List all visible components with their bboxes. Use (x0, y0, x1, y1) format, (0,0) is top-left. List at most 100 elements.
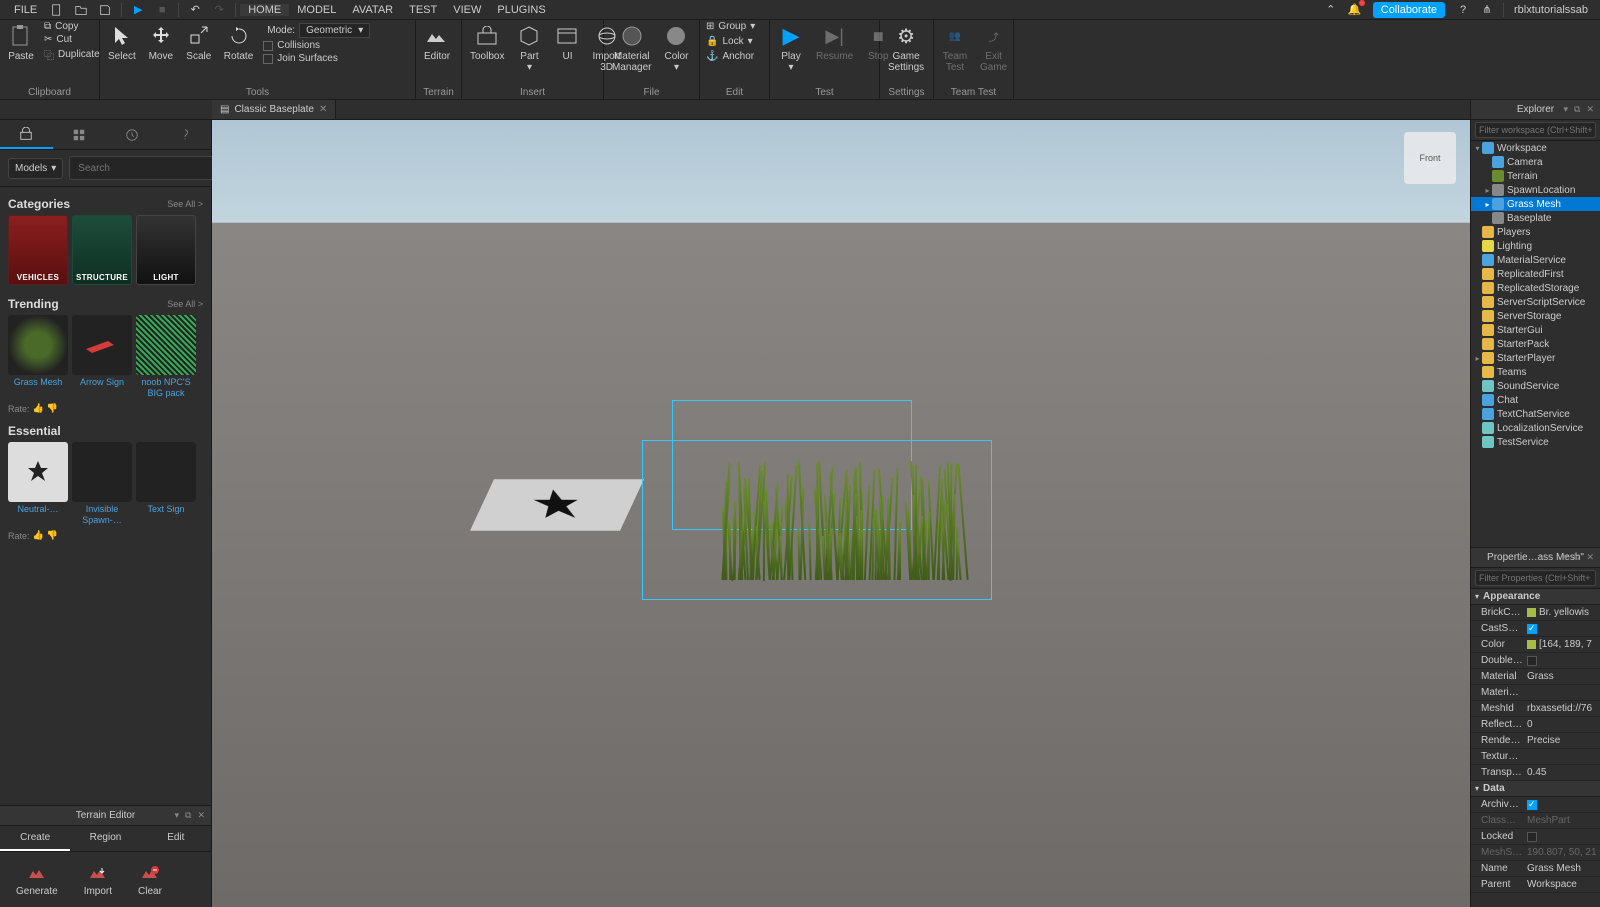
collaborate-button[interactable]: Collaborate (1373, 2, 1445, 18)
property-row[interactable]: Render…Precise (1471, 733, 1600, 749)
mode-dropdown[interactable]: Geometric ▾ (299, 23, 370, 38)
properties-close-icon[interactable]: ✕ (1584, 552, 1596, 563)
axis-gizmo[interactable]: Front (1404, 132, 1456, 184)
categories-seeall[interactable]: See All > (167, 199, 203, 209)
tab-model[interactable]: MODEL (289, 4, 344, 16)
property-row[interactable]: TextureID (1471, 749, 1600, 765)
explorer-tree[interactable]: ▾WorkspaceCameraTerrain▸SpawnLocation▸Gr… (1471, 141, 1600, 547)
select-button[interactable]: Select (102, 21, 142, 64)
terrain-tab-region[interactable]: Region (70, 826, 140, 851)
tree-row[interactable]: LocalizationService (1471, 421, 1600, 435)
resume-button[interactable]: ▶|Resume (810, 21, 859, 64)
terrain-popout-icon[interactable]: ⧉ (183, 810, 193, 821)
explorer-close-icon[interactable]: ✕ (1584, 104, 1596, 115)
tree-row[interactable]: Baseplate (1471, 211, 1600, 225)
open-icon[interactable] (73, 2, 89, 18)
toolbox-tab-inventory[interactable] (53, 120, 106, 149)
tree-row[interactable]: ServerStorage (1471, 309, 1600, 323)
lock-button[interactable]: 🔒 Lock ▾ (706, 36, 755, 47)
stop-quick-icon[interactable]: ■ (154, 2, 170, 18)
essential-item-3[interactable]: Text Sign (136, 442, 196, 528)
tree-row[interactable]: Lighting (1471, 239, 1600, 253)
part-button[interactable]: Part▾ (510, 21, 548, 75)
undo-icon[interactable]: ↶ (187, 2, 203, 18)
explorer-filter-input[interactable] (1475, 122, 1596, 138)
exit-game-button[interactable]: ⤴Exit Game (974, 21, 1013, 75)
explorer-dropdown-icon[interactable]: ▾ (1561, 104, 1570, 115)
toolbox-tab-recent[interactable] (106, 120, 159, 149)
material-manager-button[interactable]: Material Manager (606, 21, 657, 75)
cut-button[interactable]: ✂ Cut (44, 34, 100, 45)
terrain-close-icon[interactable]: ✕ (195, 810, 207, 821)
notification-icon[interactable]: 🔔 (1347, 2, 1363, 18)
trending-item-3[interactable]: noob NPC'S BIG pack (136, 315, 196, 401)
thumbs-up-icon[interactable]: 👍 (33, 403, 44, 414)
property-row[interactable]: Color[164, 189, 7 (1471, 637, 1600, 653)
play-quick-icon[interactable]: ▶ (130, 2, 146, 18)
redo-icon[interactable]: ↷ (211, 2, 227, 18)
tree-row[interactable]: Camera (1471, 155, 1600, 169)
scale-button[interactable]: Scale (180, 21, 218, 64)
tree-row[interactable]: ▸SpawnLocation (1471, 183, 1600, 197)
tab-home[interactable]: HOME (240, 4, 289, 16)
duplicate-button[interactable]: ⿻ Duplicate (44, 47, 100, 62)
terrain-editor-button[interactable]: Editor (418, 21, 456, 64)
tree-row[interactable]: Chat (1471, 393, 1600, 407)
tab-view[interactable]: VIEW (445, 4, 489, 16)
tree-row[interactable]: Terrain (1471, 169, 1600, 183)
tab-test[interactable]: TEST (401, 4, 445, 16)
tree-row[interactable]: ▸Grass Mesh (1471, 197, 1600, 211)
property-row[interactable]: Materia… (1471, 685, 1600, 701)
tree-row[interactable]: ReplicatedFirst (1471, 267, 1600, 281)
terrain-generate-button[interactable]: Generate (10, 860, 64, 899)
toolbox-search-input[interactable] (74, 163, 214, 174)
spawn-location-object[interactable] (470, 479, 644, 530)
property-row[interactable]: Archiva… (1471, 797, 1600, 813)
close-tab-icon[interactable]: ✕ (319, 104, 327, 115)
tree-row[interactable]: Teams (1471, 365, 1600, 379)
toolbox-button[interactable]: Toolbox (464, 21, 510, 64)
tree-row[interactable]: Players (1471, 225, 1600, 239)
stop-button[interactable]: ■Stop (859, 21, 897, 64)
trending-item-2[interactable]: Arrow Sign (72, 315, 132, 401)
explorer-popout-icon[interactable]: ⧉ (1572, 104, 1582, 115)
tree-row[interactable]: StarterGui (1471, 323, 1600, 337)
property-row[interactable]: NameGrass Mesh (1471, 861, 1600, 877)
properties-list[interactable]: ▾AppearanceBrickCo…Br. yellowisCastSh…Co… (1471, 589, 1600, 907)
tree-row[interactable]: ServerScriptService (1471, 295, 1600, 309)
tree-row[interactable]: TextChatService (1471, 407, 1600, 421)
property-row[interactable]: CastSh… (1471, 621, 1600, 637)
play-button[interactable]: ▶Play▾ (772, 21, 810, 75)
property-row[interactable]: BrickCo…Br. yellowis (1471, 605, 1600, 621)
help-icon[interactable]: ? (1455, 2, 1471, 18)
properties-filter-input[interactable] (1475, 570, 1596, 586)
terrain-dropdown-icon[interactable]: ▾ (172, 810, 181, 821)
team-test-button[interactable]: 👥Team Test (936, 21, 974, 75)
join-surfaces-check[interactable]: Join Surfaces (263, 53, 374, 64)
username-display[interactable]: rblxtutorialssab (1508, 4, 1594, 16)
tab-avatar[interactable]: AVATAR (344, 4, 401, 16)
new-icon[interactable] (49, 2, 65, 18)
property-row[interactable]: ClassN…MeshPart (1471, 813, 1600, 829)
tree-row[interactable]: ▸StarterPlayer (1471, 351, 1600, 365)
property-row[interactable]: Locked (1471, 829, 1600, 845)
expand-up-icon[interactable]: ⌃ (1323, 2, 1339, 18)
property-row[interactable]: MaterialGrass (1471, 669, 1600, 685)
toolbox-type-dropdown[interactable]: Models ▾ (8, 158, 63, 179)
property-row[interactable]: MeshIdrbxassetid://76 (1471, 701, 1600, 717)
property-row[interactable]: Reflect…0 (1471, 717, 1600, 733)
tree-row[interactable]: SoundService (1471, 379, 1600, 393)
thumbs-down-icon[interactable]: 👎 (47, 530, 58, 541)
category-structure[interactable]: STRUCTURE (72, 215, 132, 285)
category-vehicles[interactable]: VEHICLES (8, 215, 68, 285)
collisions-check[interactable]: Collisions (263, 40, 374, 51)
trending-seeall[interactable]: See All > (167, 299, 203, 309)
thumbs-up-icon[interactable]: 👍 (33, 530, 44, 541)
toolbox-tab-creations[interactable] (158, 120, 211, 149)
property-row[interactable]: ParentWorkspace (1471, 877, 1600, 893)
property-row[interactable]: Transp…0.45 (1471, 765, 1600, 781)
properties-dropdown-icon[interactable]: ▾ (1561, 552, 1570, 563)
terrain-clear-button[interactable]: Clear (132, 860, 168, 899)
essential-item-1[interactable]: Neutral-… (8, 442, 68, 528)
color-button[interactable]: Color▾ (657, 21, 695, 75)
